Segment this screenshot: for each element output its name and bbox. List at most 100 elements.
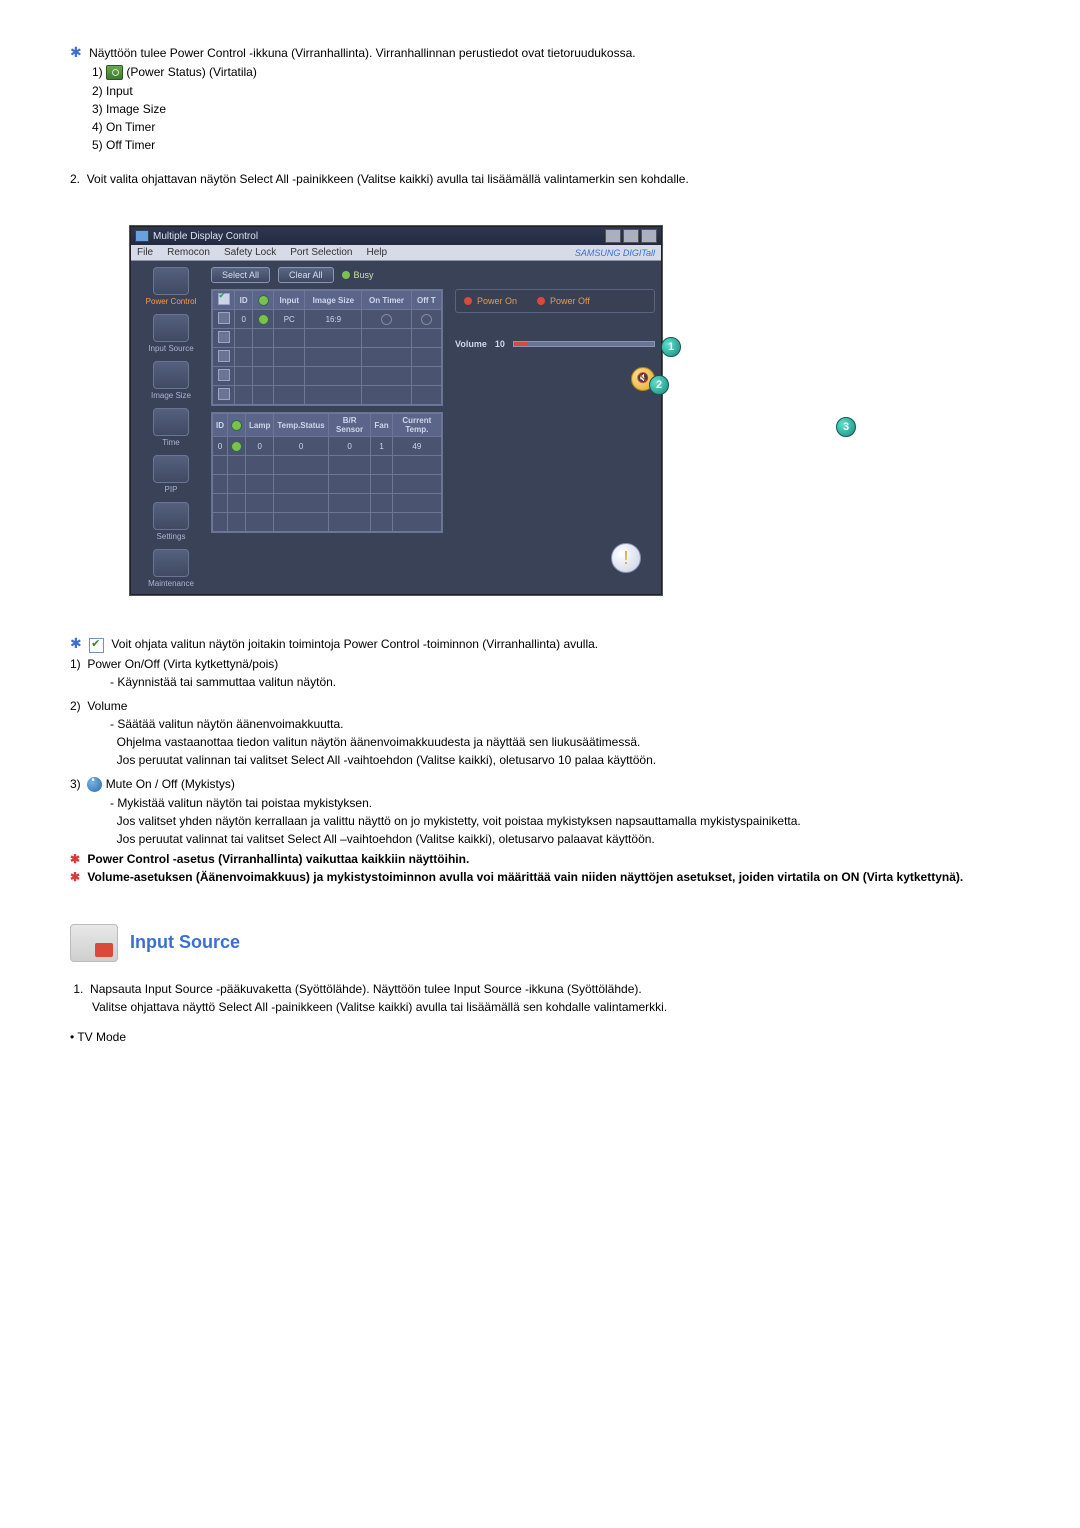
settings-icon bbox=[153, 502, 189, 530]
col-br-sensor: B/R Sensor bbox=[328, 414, 371, 437]
row-power-led-icon bbox=[258, 314, 269, 325]
sidebar-item-settings[interactable]: Settings bbox=[153, 502, 189, 541]
sec1-head: 1) Power On/Off (Virta kytkettynä/pois) bbox=[70, 657, 1010, 671]
status-grid: ID Lamp Temp.Status B/R Sensor Fan Curre… bbox=[211, 412, 443, 533]
col-input: Input bbox=[274, 291, 305, 310]
star-icon: ✱ bbox=[70, 852, 80, 866]
table-row[interactable] bbox=[213, 367, 442, 386]
table-row[interactable]: 0 0 0 0 1 49 bbox=[213, 437, 442, 456]
menu-remocon[interactable]: Remocon bbox=[167, 247, 210, 258]
power-toggle-panel: Power On Power Off bbox=[455, 289, 655, 313]
callout-3: 3 bbox=[836, 417, 856, 437]
row-checkbox[interactable] bbox=[218, 388, 230, 400]
menubar: File Remocon Safety Lock Port Selection … bbox=[131, 245, 661, 261]
power-control-icon bbox=[153, 267, 189, 295]
table-row[interactable]: 0 PC 16:9 bbox=[213, 310, 442, 329]
col-fan: Fan bbox=[371, 414, 392, 437]
intro-item: 1) (Power Status) (Virtatila) bbox=[92, 65, 1010, 80]
time-icon bbox=[153, 408, 189, 436]
sec1-body: - Käynnistää tai sammuttaa valitun näytö… bbox=[110, 675, 1010, 689]
col-image-size: Image Size bbox=[305, 291, 362, 310]
col-temp-status: Temp.Status bbox=[274, 414, 328, 437]
table-row[interactable] bbox=[213, 348, 442, 367]
on-timer-led-icon bbox=[381, 314, 392, 325]
brand-logo: SAMSUNG DIGITall bbox=[575, 248, 655, 258]
pip-icon bbox=[153, 455, 189, 483]
mute-icon bbox=[87, 777, 102, 792]
dot-icon bbox=[464, 297, 472, 305]
window-title: Multiple Display Control bbox=[153, 231, 603, 242]
power-status-header-icon bbox=[258, 295, 269, 306]
body-lead: ✱ Voit ohjata valitun näytön joitakin to… bbox=[70, 635, 1010, 652]
sec2-body: Ohjelma vastaanottaa tiedon valitun näyt… bbox=[110, 735, 1010, 749]
busy-dot-icon bbox=[342, 271, 350, 279]
col-lamp: Lamp bbox=[246, 414, 274, 437]
table-row[interactable] bbox=[213, 513, 442, 532]
star-icon: ✱ bbox=[70, 635, 82, 651]
checkbox-icon bbox=[89, 638, 104, 653]
sec3-body: Jos peruutat valinnat tai valitset Selec… bbox=[110, 832, 1010, 846]
sidebar-item-pip[interactable]: PIP bbox=[153, 455, 189, 494]
input-source-step-1: 1. Napsauta Input Source -pääkuvaketta (… bbox=[70, 982, 1010, 996]
star-icon: ✱ bbox=[70, 44, 82, 60]
intro-item: 5) Off Timer bbox=[92, 138, 1010, 152]
input-source-section-icon bbox=[70, 924, 118, 962]
col-on-timer: On Timer bbox=[362, 291, 411, 310]
sidebar-item-power-control[interactable]: Power Control bbox=[146, 267, 197, 306]
col-current-temp: Current Temp. bbox=[392, 414, 441, 437]
intro-line: ✱ Näyttöön tulee Power Control -ikkuna (… bbox=[70, 44, 1010, 61]
app-icon bbox=[135, 230, 149, 242]
row-checkbox[interactable] bbox=[218, 331, 230, 343]
clear-all-button[interactable]: Clear All bbox=[278, 267, 334, 283]
col-id: ID bbox=[235, 291, 253, 310]
callout-2: 2 bbox=[649, 375, 669, 395]
intro-step-2: 2. Voit valita ohjattavan näytön Select … bbox=[70, 172, 1010, 186]
menu-safety-lock[interactable]: Safety Lock bbox=[224, 247, 276, 258]
row-checkbox[interactable] bbox=[218, 350, 230, 362]
maintenance-icon bbox=[153, 549, 189, 577]
step-number: 2. bbox=[70, 172, 80, 186]
note-2: ✱ Volume-asetuksen (Äänenvoimakkuus) ja … bbox=[70, 870, 1010, 884]
image-size-icon bbox=[153, 361, 189, 389]
callout-1: 1 bbox=[661, 337, 681, 357]
table-row[interactable] bbox=[213, 456, 442, 475]
menu-file[interactable]: File bbox=[137, 247, 153, 258]
power-on-button[interactable]: Power On bbox=[464, 296, 517, 306]
sidebar-item-input-source[interactable]: Input Source bbox=[148, 314, 193, 353]
app-screenshot: Multiple Display Control File Remocon Sa… bbox=[130, 226, 1010, 595]
power-off-button[interactable]: Power Off bbox=[537, 296, 590, 306]
display-grid: ID Input Image Size On Timer Off T 0 bbox=[211, 289, 443, 406]
row-checkbox[interactable] bbox=[218, 369, 230, 381]
sec2-head: 2) Volume bbox=[70, 699, 1010, 713]
volume-slider[interactable] bbox=[513, 341, 655, 347]
maximize-icon[interactable] bbox=[623, 229, 639, 243]
dot-icon bbox=[537, 297, 545, 305]
intro-item-label: (Power Status) (Virtatila) bbox=[126, 65, 256, 79]
step-text: Voit valita ohjattavan näytön Select All… bbox=[87, 172, 689, 186]
header-checkbox[interactable] bbox=[218, 293, 230, 305]
sec3-body: - Mykistää valitun näytön tai poistaa my… bbox=[110, 796, 1010, 810]
window-titlebar: Multiple Display Control bbox=[131, 227, 661, 245]
close-icon[interactable] bbox=[641, 229, 657, 243]
select-all-button[interactable]: Select All bbox=[211, 267, 270, 283]
input-source-step-1b: Valitse ohjattava näyttö Select All -pai… bbox=[92, 1000, 1010, 1014]
info-button[interactable]: ! bbox=[611, 543, 641, 573]
sidebar-item-maintenance[interactable]: Maintenance bbox=[148, 549, 194, 588]
sidebar-item-time[interactable]: Time bbox=[153, 408, 189, 447]
table-row[interactable] bbox=[213, 386, 442, 405]
power-status-icon bbox=[106, 65, 123, 80]
menu-help[interactable]: Help bbox=[366, 247, 387, 258]
col-id2: ID bbox=[213, 414, 228, 437]
volume-control: Volume 10 bbox=[455, 339, 655, 349]
busy-indicator: Busy bbox=[342, 270, 374, 280]
minimize-icon[interactable] bbox=[605, 229, 621, 243]
sidebar-item-image-size[interactable]: Image Size bbox=[151, 361, 191, 400]
row-checkbox[interactable] bbox=[218, 312, 230, 324]
section-title: Input Source bbox=[130, 932, 240, 953]
menu-port-selection[interactable]: Port Selection bbox=[290, 247, 352, 258]
table-row[interactable] bbox=[213, 329, 442, 348]
intro-item: 2) Input bbox=[92, 84, 1010, 98]
sec3-head: 3) Mute On / Off (Mykistys) bbox=[70, 777, 1010, 792]
table-row[interactable] bbox=[213, 494, 442, 513]
table-row[interactable] bbox=[213, 475, 442, 494]
